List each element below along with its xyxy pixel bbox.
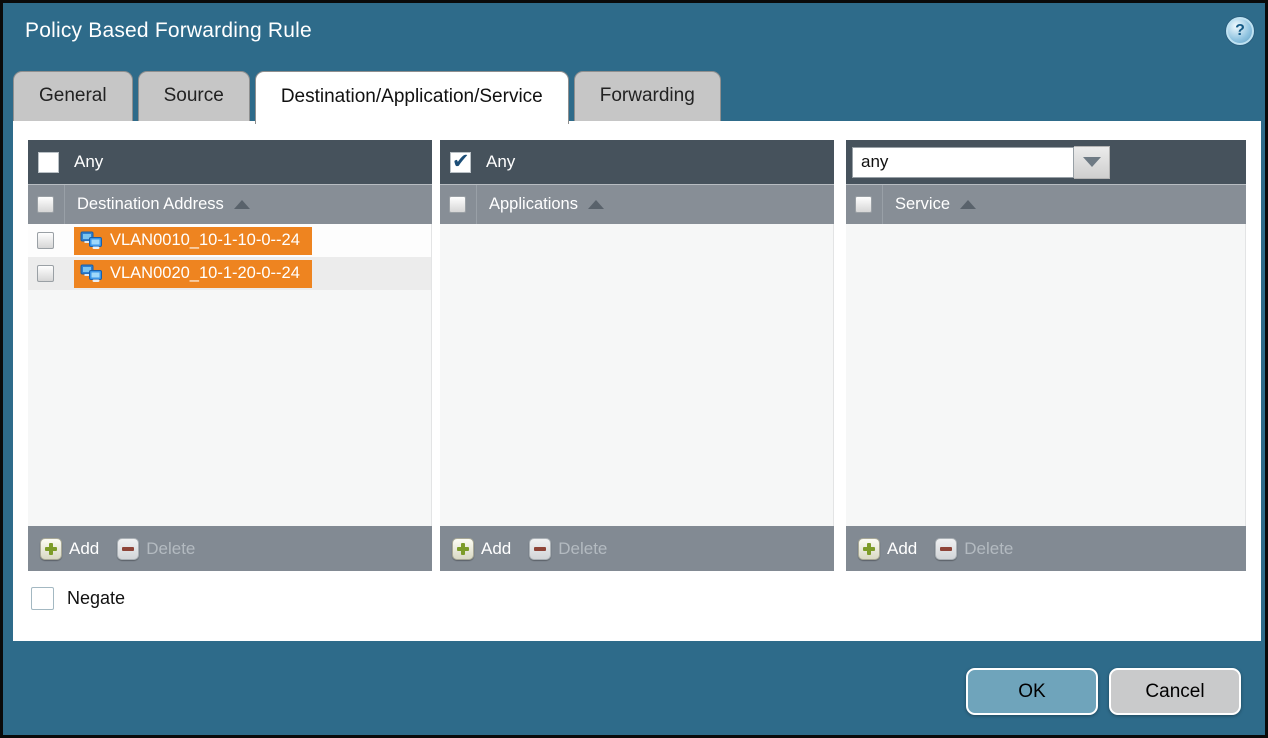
delete-button: Delete	[964, 539, 1013, 559]
destination-any-bar: Any	[28, 140, 432, 184]
sort-ascending-icon	[960, 200, 976, 209]
tab-forwarding[interactable]: Forwarding	[574, 71, 721, 121]
sort-ascending-icon	[234, 200, 250, 209]
applications-footer-bar: Add Delete	[440, 526, 834, 571]
add-icon[interactable]	[452, 538, 474, 560]
service-column-header: Service	[846, 184, 1246, 224]
address-object-name: VLAN0020_10-1-20-0--24	[110, 264, 300, 283]
service-panel: Service Add Delete	[846, 140, 1246, 571]
applications-header-sort[interactable]: Applications	[476, 185, 834, 224]
delete-icon[interactable]	[935, 538, 957, 560]
add-icon[interactable]	[40, 538, 62, 560]
service-combo-dropdown-button[interactable]	[1074, 146, 1110, 179]
service-footer-bar: Add Delete	[846, 526, 1246, 571]
delete-icon[interactable]	[529, 538, 551, 560]
destination-header-sort[interactable]: Destination Address	[64, 185, 432, 224]
cancel-button[interactable]: Cancel	[1109, 668, 1241, 715]
applications-any-checkbox[interactable]	[450, 152, 471, 173]
delete-icon[interactable]	[117, 538, 139, 560]
service-list	[846, 224, 1246, 526]
address-object-name: VLAN0010_10-1-10-0--24	[110, 231, 300, 250]
applications-any-label: Any	[486, 152, 515, 172]
destination-list: VLAN0010_10-1-10-0--24	[28, 224, 432, 526]
sort-ascending-icon	[588, 200, 604, 209]
add-button[interactable]: Add	[69, 539, 99, 559]
policy-based-forwarding-dialog: Policy Based Forwarding Rule ? General S…	[0, 0, 1268, 738]
negate-option: Negate	[31, 587, 125, 610]
applications-any-bar: Any	[440, 140, 834, 184]
applications-header-label: Applications	[489, 195, 578, 214]
applications-panel: Any Applications Add Delete	[440, 140, 834, 571]
row-checkbox[interactable]	[37, 232, 54, 249]
tab-general[interactable]: General	[13, 71, 133, 121]
table-row[interactable]: VLAN0010_10-1-10-0--24	[28, 224, 431, 257]
add-button[interactable]: Add	[887, 539, 917, 559]
destination-address-panel: Any Destination Address	[28, 140, 432, 571]
address-object-chip[interactable]: VLAN0020_10-1-20-0--24	[74, 260, 312, 288]
applications-list	[440, 224, 834, 526]
destination-select-all-checkbox[interactable]	[37, 196, 54, 213]
table-row[interactable]: VLAN0020_10-1-20-0--24	[28, 257, 431, 290]
service-header-sort[interactable]: Service	[882, 185, 1246, 224]
service-select-all-checkbox[interactable]	[855, 196, 872, 213]
tab-source[interactable]: Source	[138, 71, 250, 121]
add-button[interactable]: Add	[481, 539, 511, 559]
chevron-down-icon	[1083, 157, 1101, 167]
dialog-background: Policy Based Forwarding Rule ? General S…	[3, 3, 1265, 735]
dialog-title: Policy Based Forwarding Rule	[25, 19, 312, 43]
service-combobox	[852, 146, 1110, 179]
applications-select-all-checkbox[interactable]	[449, 196, 466, 213]
negate-checkbox[interactable]	[31, 587, 54, 610]
destination-any-label: Any	[74, 152, 103, 172]
row-checkbox[interactable]	[37, 265, 54, 282]
destination-column-header: Destination Address	[28, 184, 432, 224]
help-icon[interactable]: ?	[1226, 17, 1254, 45]
service-combo-input[interactable]	[852, 147, 1074, 178]
network-icon	[80, 264, 103, 283]
tab-bar: General Source Destination/Application/S…	[13, 71, 721, 124]
network-icon	[80, 231, 103, 250]
applications-column-header: Applications	[440, 184, 834, 224]
service-any-bar	[846, 140, 1246, 184]
destination-footer-bar: Add Delete	[28, 526, 432, 571]
add-icon[interactable]	[858, 538, 880, 560]
tab-destination-application-service[interactable]: Destination/Application/Service	[255, 71, 569, 124]
delete-button: Delete	[146, 539, 195, 559]
service-header-label: Service	[895, 195, 950, 214]
destination-header-label: Destination Address	[77, 195, 224, 214]
ok-button[interactable]: OK	[966, 668, 1098, 715]
negate-label: Negate	[67, 588, 125, 609]
delete-button: Delete	[558, 539, 607, 559]
destination-any-checkbox[interactable]	[38, 152, 59, 173]
address-object-chip[interactable]: VLAN0010_10-1-10-0--24	[74, 227, 312, 255]
